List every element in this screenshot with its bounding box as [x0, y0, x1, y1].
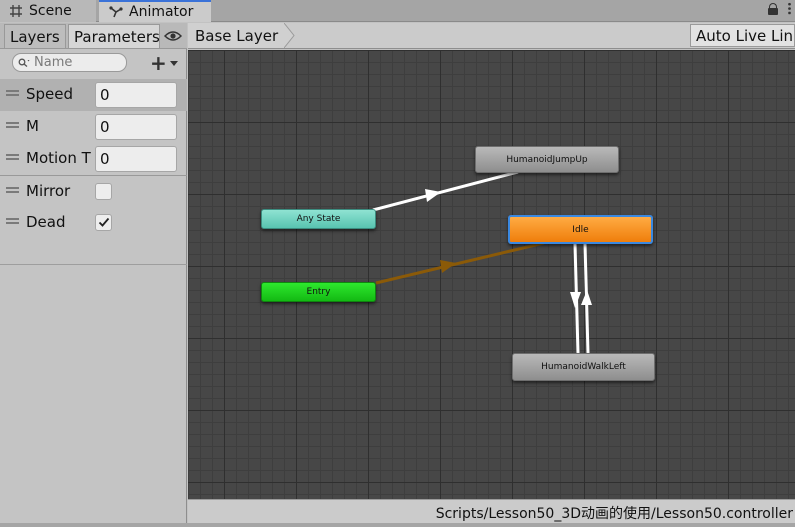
parameter-row-mirror[interactable]: Mirror [0, 175, 187, 207]
window-tab-strip: Scene Animator [0, 0, 795, 22]
eye-icon [164, 31, 182, 41]
tab-parameters-label: Parameters [74, 27, 160, 46]
parameter-list: Speed 0 M 0 Motion T 0 Mirror Dead [0, 79, 187, 239]
drag-handle-icon[interactable] [6, 122, 19, 128]
tab-scene[interactable]: Scene [0, 0, 96, 22]
state-node-entry[interactable]: Entry [261, 282, 376, 302]
animator-icon [109, 6, 123, 18]
grid-icon [10, 5, 22, 17]
parameters-panel: Layers Parameters + Spee [0, 23, 187, 527]
transition-arrow-icon [581, 290, 592, 305]
search-box[interactable] [12, 53, 127, 72]
parameter-value-field[interactable]: 0 [95, 146, 177, 172]
transition-arrow-icon [570, 292, 581, 308]
window-controls [768, 2, 791, 15]
search-input[interactable] [34, 55, 120, 70]
parameter-name: Speed [26, 85, 74, 103]
search-icon [18, 58, 30, 67]
tab-layers-label: Layers [10, 27, 60, 46]
lock-icon[interactable] [768, 2, 778, 15]
more-options-icon[interactable] [788, 2, 791, 15]
drag-handle-icon[interactable] [6, 90, 19, 96]
parameter-value-field[interactable]: 0 [95, 114, 177, 140]
parameter-name: Motion T [26, 149, 91, 167]
tab-layers[interactable]: Layers [4, 24, 66, 48]
dropdown-arrow-icon [169, 60, 178, 66]
plus-icon: + [150, 51, 167, 75]
parameter-value-field[interactable]: 0 [95, 82, 177, 108]
transition-arrow-icon [425, 189, 441, 202]
graph-toolbar: Base Layer Auto Live Link [188, 23, 795, 49]
controller-path: Scripts/Lesson50_3D动画的使用/Lesson50.contro… [435, 506, 793, 522]
state-machine-graph[interactable]: HumanoidJumpUp Any State Idle Entry Huma… [188, 50, 795, 499]
parameter-checkbox[interactable] [95, 183, 112, 200]
breadcrumb-base-layer[interactable]: Base Layer [188, 23, 286, 48]
parameter-name: M [26, 117, 39, 135]
state-node-any-state[interactable]: Any State [261, 209, 376, 229]
parameter-row-m[interactable]: M 0 [0, 111, 187, 143]
state-node-idle[interactable]: Idle [508, 215, 653, 244]
transition-links [372, 170, 592, 354]
transition-entry-to-idle[interactable] [375, 241, 545, 285]
divider [0, 264, 187, 265]
state-node-humanoid-walk-left[interactable]: HumanoidWalkLeft [512, 353, 655, 381]
parameter-search-row: + [0, 50, 187, 75]
status-bar: Scripts/Lesson50_3D动画的使用/Lesson50.contro… [188, 499, 795, 523]
parameter-row-motion-t[interactable]: Motion T 0 [0, 143, 187, 175]
add-parameter-button[interactable]: + [150, 51, 184, 75]
breadcrumb-chevron-icon [284, 23, 295, 48]
transition-arrow-icon [440, 260, 456, 273]
auto-live-link-button[interactable]: Auto Live Link [690, 24, 795, 47]
panel-tabs: Layers Parameters [0, 23, 187, 49]
parameter-name: Mirror [26, 182, 71, 200]
bottom-panel-edge [0, 523, 795, 527]
parameter-checkbox[interactable] [95, 214, 112, 231]
checkmark-icon [98, 217, 109, 227]
transition-anystate-to-jump[interactable] [372, 170, 519, 212]
drag-handle-icon[interactable] [6, 187, 19, 193]
tab-animator-label: Animator [129, 4, 194, 20]
tab-scene-label: Scene [29, 3, 72, 19]
tab-parameters[interactable]: Parameters [68, 24, 160, 48]
parameter-row-speed[interactable]: Speed 0 [0, 79, 187, 111]
parameter-name: Dead [26, 213, 66, 231]
drag-handle-icon[interactable] [6, 154, 19, 160]
drag-handle-icon[interactable] [6, 218, 19, 224]
visibility-toggle[interactable] [163, 27, 183, 45]
parameter-row-dead[interactable]: Dead [0, 207, 187, 239]
state-node-humanoid-jump-up[interactable]: HumanoidJumpUp [475, 146, 619, 173]
tab-animator[interactable]: Animator [99, 0, 211, 22]
